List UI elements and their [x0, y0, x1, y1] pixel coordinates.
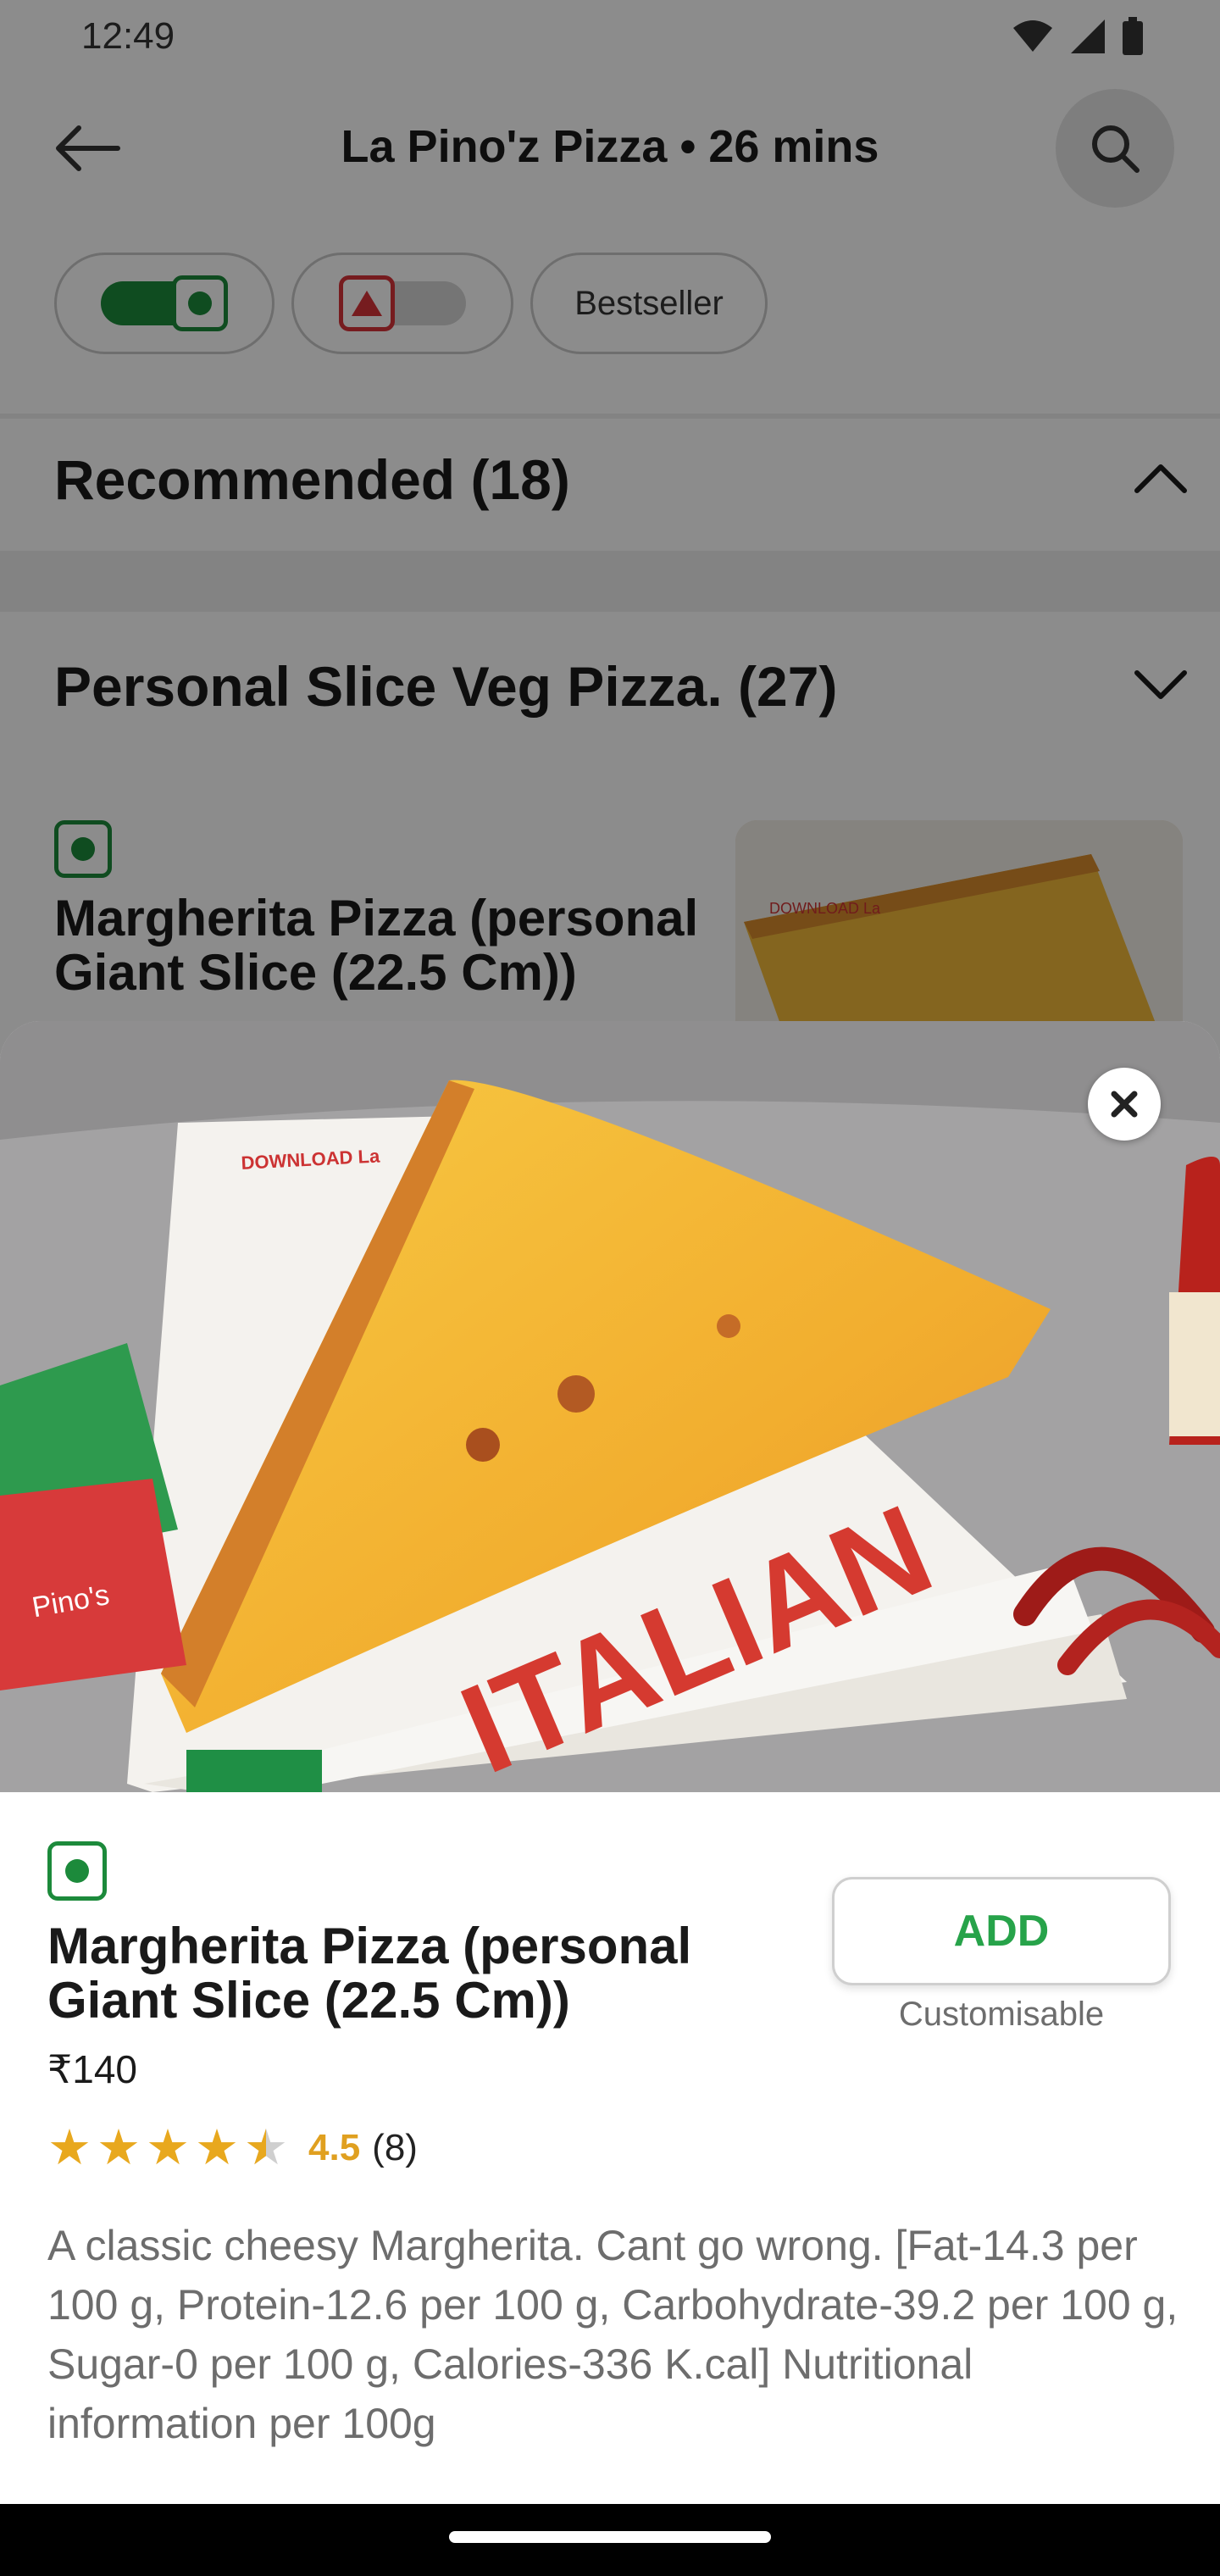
star-icon: ★	[195, 2120, 239, 2175]
navigation-bar	[0, 2504, 1220, 2576]
star-icon: ★	[146, 2120, 190, 2175]
item-rating: ★ ★ ★ ★ ★★ 4.5 (8)	[47, 2123, 418, 2174]
half-star-icon: ★★	[244, 2120, 288, 2175]
item-details: Margherita Pizza (personal Giant Slice (…	[0, 1792, 1220, 2504]
star-icon: ★	[97, 2120, 141, 2175]
customisable-label: Customisable	[898, 1996, 1105, 2033]
item-hero-image: ITALIAN DOWNLOAD La Pino's	[0, 1021, 1220, 1792]
close-button[interactable]	[1088, 1068, 1161, 1141]
rating-count: (8)	[372, 2127, 418, 2168]
item-price: ₹140	[47, 2047, 138, 2091]
home-indicator[interactable]	[449, 2531, 771, 2543]
close-icon	[1111, 1091, 1138, 1118]
veg-icon	[47, 1841, 107, 1901]
add-button[interactable]: ADD	[832, 1877, 1171, 1985]
rating-value: 4.5	[308, 2127, 361, 2168]
item-title: Margherita Pizza (personal Giant Slice (…	[47, 1918, 692, 2029]
star-icon: ★	[47, 2120, 92, 2175]
item-description: A classic cheesy Margherita. Cant go wro…	[47, 2222, 1178, 2447]
item-detail-sheet: ITALIAN DOWNLOAD La Pino's Margherita Pi…	[0, 1021, 1220, 2504]
